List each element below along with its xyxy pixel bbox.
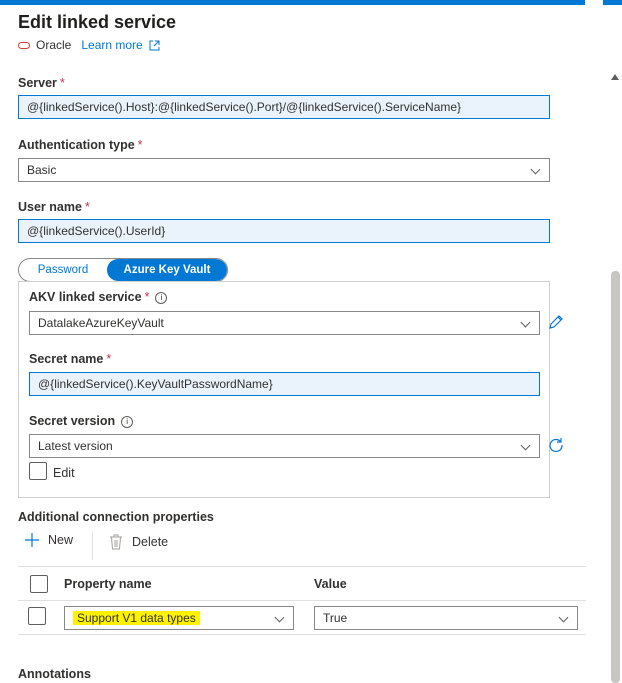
akv-linked-service-dropdown[interactable]: DatalakeAzureKeyVault xyxy=(29,311,540,335)
server-label: Server * xyxy=(18,76,65,90)
user-name-input[interactable]: @{linkedService().UserId} xyxy=(18,219,550,243)
server-label-text: Server xyxy=(18,76,57,90)
toolbar-divider xyxy=(92,532,93,560)
server-input[interactable]: @{linkedService().Host}:@{linkedService(… xyxy=(18,95,550,119)
subtitle-row: Oracle Learn more xyxy=(18,38,160,52)
additional-properties-label: Additional connection properties xyxy=(18,510,214,524)
toggle-password-option[interactable]: Password xyxy=(19,259,107,281)
secret-name-label-text: Secret name xyxy=(29,352,104,366)
akv-linked-service-label: AKV linked service * i xyxy=(29,290,168,304)
edit-checkbox-label: Edit xyxy=(53,466,75,480)
secret-version-label-text: Secret version xyxy=(29,414,116,428)
edit-checkbox[interactable] xyxy=(29,462,47,480)
page-title: Edit linked service xyxy=(18,12,177,32)
refresh-icon[interactable] xyxy=(547,436,565,454)
secret-name-label: Secret name * xyxy=(29,352,111,366)
scroll-up-arrow-icon[interactable] xyxy=(611,74,619,80)
required-mark: * xyxy=(59,76,65,90)
auth-type-value: Basic xyxy=(27,163,57,177)
user-name-label: User name * xyxy=(18,200,90,214)
user-name-label-text: User name xyxy=(18,200,82,214)
table-row-border xyxy=(18,634,586,635)
new-button-label: New xyxy=(48,533,74,547)
delete-button[interactable]: Delete xyxy=(109,534,168,550)
service-type-label: Oracle xyxy=(36,38,72,52)
required-mark: * xyxy=(106,352,112,366)
secret-version-label: Secret version i xyxy=(29,414,134,428)
akv-linked-service-label-text: AKV linked service xyxy=(29,290,142,304)
password-source-toggle: Password Azure Key Vault xyxy=(18,258,228,282)
secret-version-value: Latest version xyxy=(38,439,113,453)
property-value-dropdown[interactable]: True xyxy=(314,606,578,630)
select-all-checkbox[interactable] xyxy=(30,575,48,593)
column-header-value[interactable]: Value xyxy=(314,577,347,591)
auth-type-dropdown[interactable]: Basic xyxy=(18,158,550,182)
external-link-icon[interactable] xyxy=(149,40,160,51)
toggle-akv-option[interactable]: Azure Key Vault xyxy=(107,259,227,281)
secret-version-dropdown[interactable]: Latest version xyxy=(29,434,540,458)
auth-type-label-text: Authentication type xyxy=(18,138,135,152)
trash-icon xyxy=(110,534,122,550)
oracle-icon xyxy=(18,41,30,49)
info-icon[interactable]: i xyxy=(121,416,134,428)
row-checkbox[interactable] xyxy=(28,607,46,625)
property-name-dropdown[interactable]: Support V1 data types xyxy=(64,606,294,630)
property-name-value: Support V1 data types xyxy=(73,611,200,625)
annotations-label: Annotations xyxy=(18,667,91,681)
top-accent-gap xyxy=(585,0,603,5)
property-value-value: True xyxy=(323,611,348,625)
scrollbar-thumb[interactable] xyxy=(611,271,620,683)
required-mark: * xyxy=(84,200,90,214)
top-accent-bar xyxy=(0,0,622,5)
akv-linked-service-value: DatalakeAzureKeyVault xyxy=(38,316,164,330)
info-icon[interactable]: i xyxy=(155,292,168,304)
new-button[interactable]: New xyxy=(24,532,73,548)
delete-button-label: Delete xyxy=(132,535,169,549)
table-top-border xyxy=(18,566,586,567)
edit-pencil-icon[interactable] xyxy=(547,313,565,331)
required-mark: * xyxy=(144,290,150,304)
table-header-border xyxy=(18,600,586,601)
column-header-property[interactable]: Property name xyxy=(64,577,152,591)
plus-icon xyxy=(25,533,39,547)
auth-type-label: Authentication type * xyxy=(18,138,143,152)
secret-name-input[interactable]: @{linkedService().KeyVaultPasswordName} xyxy=(29,372,540,396)
learn-more-link[interactable]: Learn more xyxy=(81,38,142,52)
required-mark: * xyxy=(137,138,143,152)
